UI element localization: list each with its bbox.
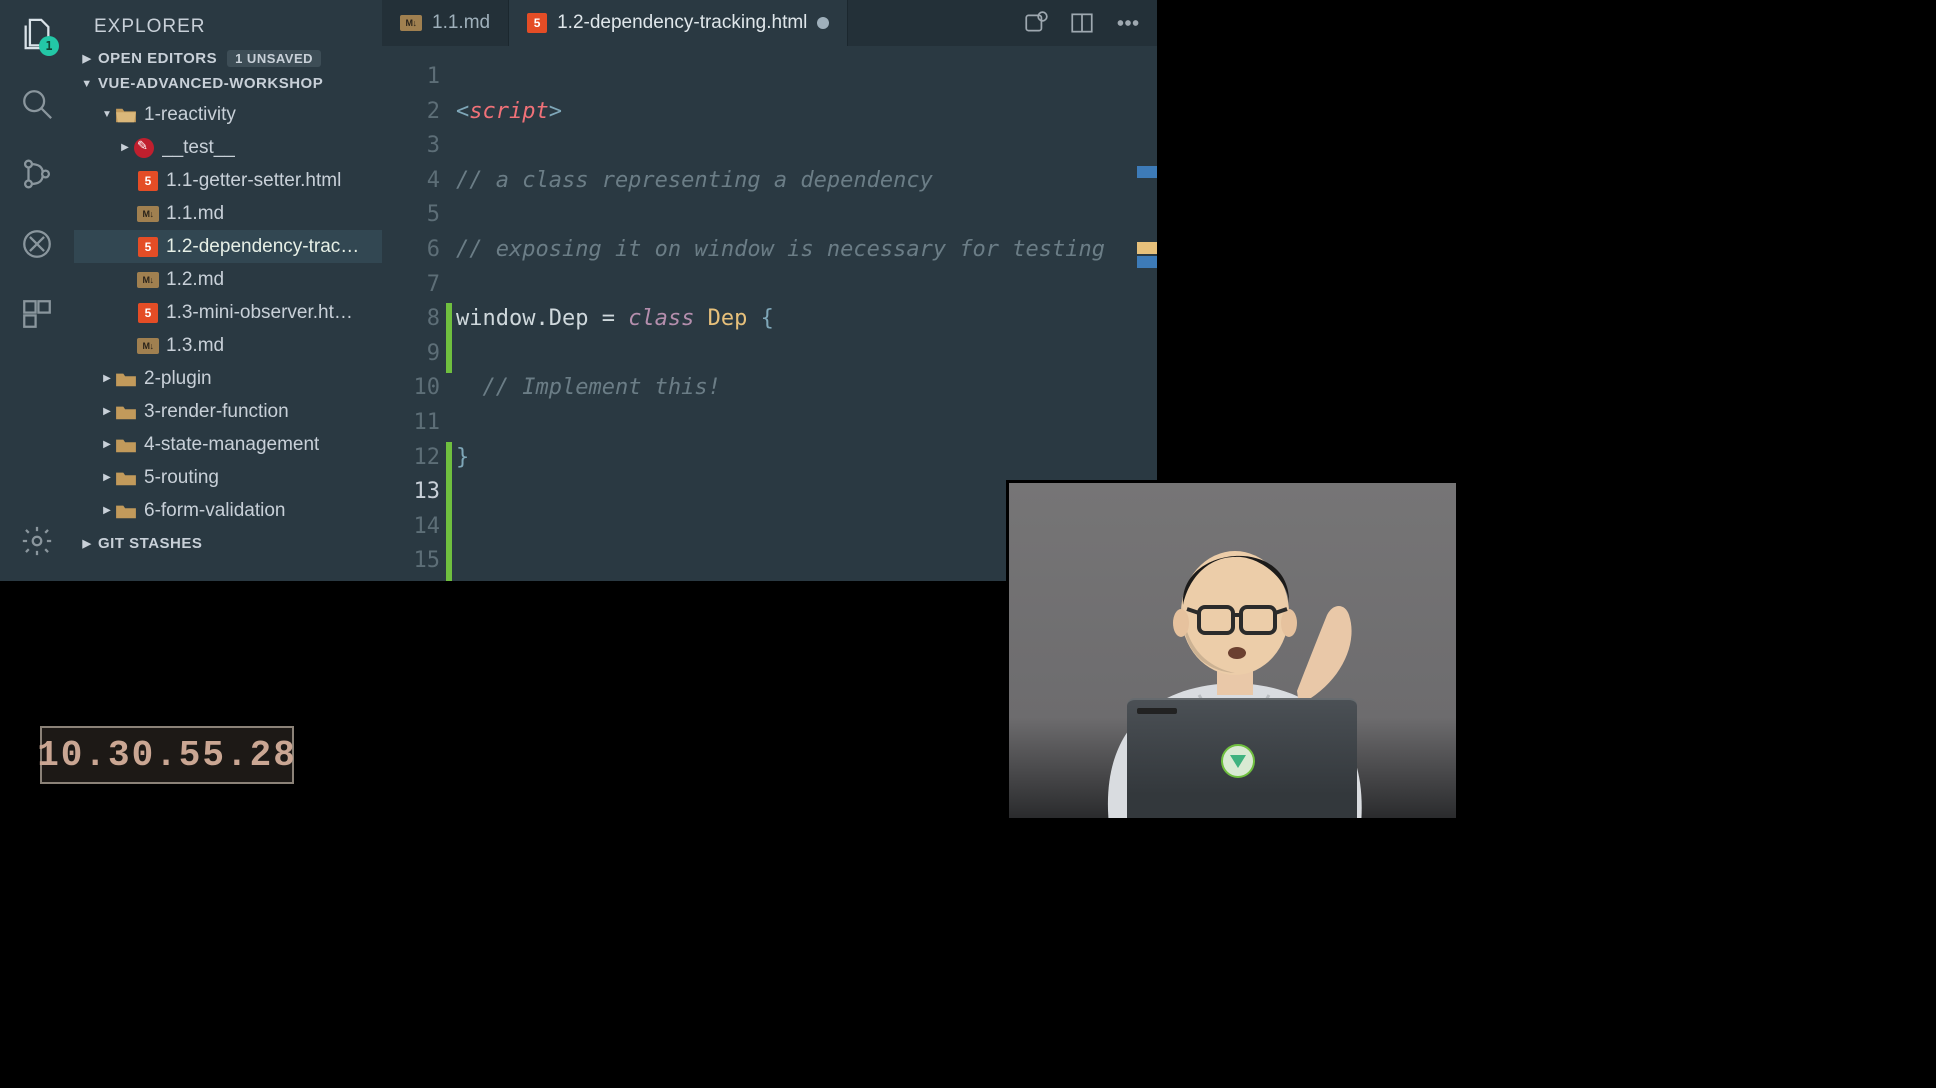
html-file-icon: 5: [136, 302, 160, 324]
file-1-3-html[interactable]: 5 1.3-mini-observer.ht…: [74, 296, 382, 329]
html-file-icon: 5: [527, 13, 547, 33]
minimap-marker: [1137, 242, 1157, 254]
files-icon[interactable]: 1: [15, 12, 59, 56]
explorer-sidebar: EXPLORER ▶ OPEN EDITORS 1 UNSAVED ▼ VUE-…: [74, 0, 382, 581]
files-badge: 1: [39, 36, 59, 56]
split-editor-icon[interactable]: [1067, 8, 1097, 38]
md-file-icon: M↓: [136, 269, 160, 291]
file-1-1-md[interactable]: M↓ 1.1.md: [74, 197, 382, 230]
vue-sticker-icon: [1221, 744, 1255, 778]
test-folder-icon: [132, 137, 156, 159]
source-control-icon[interactable]: [15, 152, 59, 196]
unsaved-indicator-icon: [817, 17, 829, 29]
search-icon[interactable]: [15, 82, 59, 126]
folder-icon: [114, 467, 138, 489]
file-tree: ▼ 1-reactivity ▶ __test__ 5 1.1-getter-s…: [74, 96, 382, 527]
folder-icon: [114, 500, 138, 522]
editor-actions: [1021, 0, 1157, 46]
workspace-section[interactable]: ▼ VUE-ADVANCED-WORKSHOP: [74, 71, 382, 96]
md-file-icon: M↓: [136, 203, 160, 225]
open-editors-label: OPEN EDITORS: [98, 50, 217, 67]
debug-icon[interactable]: [15, 222, 59, 266]
diff-added-indicator: [446, 303, 452, 373]
workspace-label: VUE-ADVANCED-WORKSHOP: [98, 75, 323, 92]
folder-test[interactable]: ▶ __test__: [74, 131, 382, 164]
folder-icon: [114, 434, 138, 456]
git-stashes-label: GIT STASHES: [98, 535, 202, 552]
unsaved-badge: 1 UNSAVED: [227, 50, 321, 67]
file-1-1-html[interactable]: 5 1.1-getter-setter.html: [74, 164, 382, 197]
git-stashes-section[interactable]: ▶ GIT STASHES: [74, 531, 382, 556]
folder-3-render[interactable]: ▶ 3-render-function: [74, 395, 382, 428]
compare-changes-icon[interactable]: [1021, 8, 1051, 38]
folder-2-plugin[interactable]: ▶ 2-plugin: [74, 362, 382, 395]
folder-6-form[interactable]: ▶ 6-form-validation: [74, 494, 382, 527]
line-gutter: 1 2 3 4 5 6 7 8 9 10 11 12 13 14 15: [382, 46, 456, 581]
tab-1-1-md[interactable]: M↓ 1.1.md: [382, 0, 509, 46]
html-file-icon: 5: [136, 170, 160, 192]
folder-icon: [114, 368, 138, 390]
tab-1-2-html[interactable]: 5 1.2-dependency-tracking.html: [509, 0, 848, 46]
file-1-3-md[interactable]: M↓ 1.3.md: [74, 329, 382, 362]
vscode-window: 1 EXPLORER ▶ OPEN EDITORS 1 UNSAVED ▼ VU…: [0, 0, 1160, 584]
timecode-overlay: 10.30.55.28: [40, 726, 294, 784]
html-file-icon: 5: [136, 236, 160, 258]
minimap-marker: [1137, 256, 1157, 268]
folder-open-icon: [114, 104, 138, 126]
open-editors-section[interactable]: ▶ OPEN EDITORS 1 UNSAVED: [74, 46, 382, 71]
settings-gear-icon[interactable]: [15, 519, 59, 563]
folder-4-state[interactable]: ▶ 4-state-management: [74, 428, 382, 461]
file-1-2-html[interactable]: 5 1.2-dependency-trac…: [74, 230, 382, 263]
extensions-icon[interactable]: [15, 292, 59, 336]
minimap-marker: [1137, 166, 1157, 178]
presenter-webcam: [1006, 480, 1456, 818]
editor-tabs: M↓ 1.1.md 5 1.2-dependency-tracking.html: [382, 0, 1157, 46]
folder-1-reactivity[interactable]: ▼ 1-reactivity: [74, 98, 382, 131]
explorer-title: EXPLORER: [74, 4, 382, 46]
file-1-2-md[interactable]: M↓ 1.2.md: [74, 263, 382, 296]
more-actions-icon[interactable]: [1113, 8, 1143, 38]
md-file-icon: M↓: [136, 335, 160, 357]
activity-bar: 1: [0, 0, 74, 581]
diff-added-indicator: [446, 442, 452, 581]
md-file-icon: M↓: [400, 15, 422, 31]
folder-icon: [114, 401, 138, 423]
folder-5-routing[interactable]: ▶ 5-routing: [74, 461, 382, 494]
